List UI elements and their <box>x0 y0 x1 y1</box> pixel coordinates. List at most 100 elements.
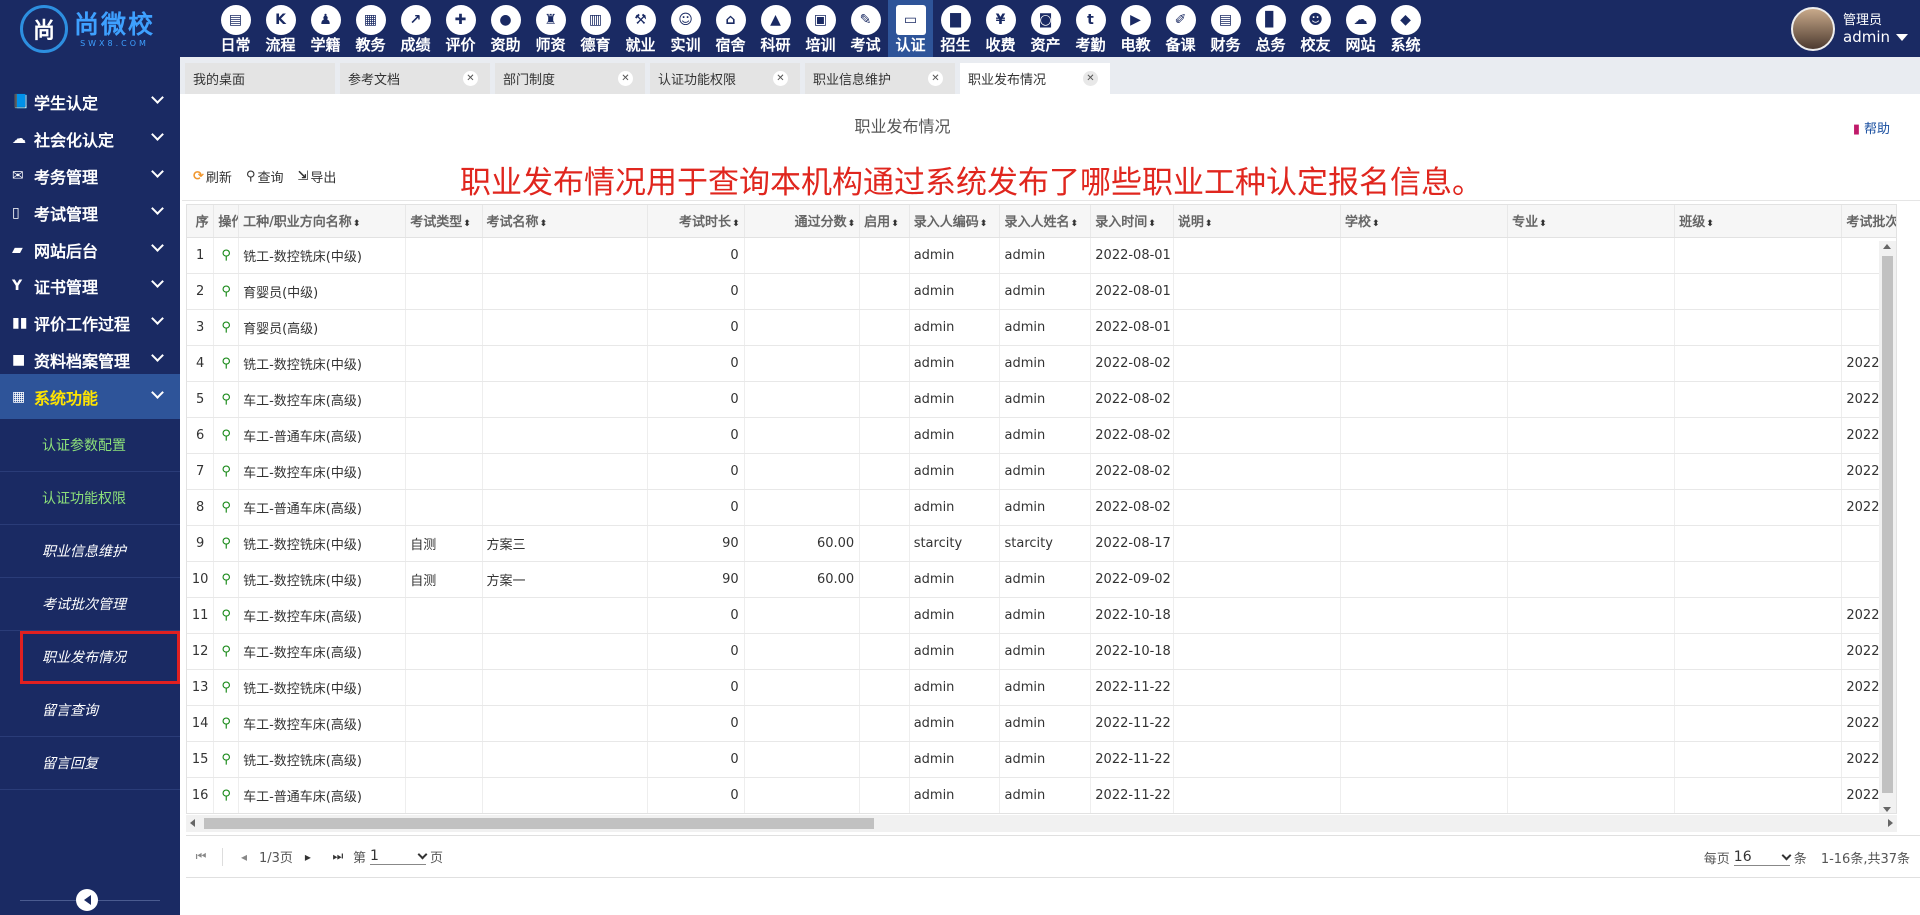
module-book[interactable]: ▥ 德育 <box>573 0 618 57</box>
last-page-icon[interactable]: ⏭ <box>323 849 353 864</box>
sort-icon[interactable]: ⬍ <box>1071 219 1079 229</box>
view-search-icon[interactable]: ⚲ <box>221 392 231 407</box>
sidebar-sub-item[interactable]: 考试批次管理 <box>0 578 180 631</box>
sidebar-group[interactable]: ▦ 系统功能 <box>0 374 180 419</box>
table-row[interactable]: 8⚲车工-普通车床(高级)0adminadmin2022-08-02 12022… <box>187 489 1896 526</box>
table-row[interactable]: 4⚲铣工-数控铣床(中级)0adminadmin2022-08-02 02022… <box>187 345 1896 382</box>
sort-icon[interactable]: ⬍ <box>1706 219 1714 229</box>
view-search-icon[interactable]: ⚲ <box>221 428 231 443</box>
view-search-icon[interactable]: ⚲ <box>221 500 231 515</box>
module-newspaper[interactable]: ▤ 财务 <box>1203 0 1248 57</box>
close-icon[interactable]: ✕ <box>463 71 478 86</box>
scroll-right-icon[interactable] <box>1888 819 1893 827</box>
module-graduation[interactable]: ▲ 科研 <box>753 0 798 57</box>
page-select[interactable]: 1 <box>369 848 428 865</box>
query-button[interactable]: ⚲ 查询 <box>246 167 284 186</box>
close-icon[interactable]: ✕ <box>773 71 788 86</box>
vertical-scrollbar[interactable] <box>1879 241 1896 813</box>
sort-icon[interactable]: ⬍ <box>1372 219 1380 229</box>
table-row[interactable]: 5⚲车工-数控车床(高级)0adminadmin2022-08-02 02022… <box>187 381 1896 418</box>
column-header[interactable]: 通过分数⬍ <box>744 205 861 238</box>
tab[interactable]: 我的桌面 <box>185 63 335 94</box>
sidebar-sub-item[interactable]: 认证参数配置 <box>0 419 180 472</box>
view-search-icon[interactable]: ⚲ <box>221 680 231 695</box>
scroll-left-icon[interactable] <box>190 819 195 827</box>
table-row[interactable]: 1⚲铣工-数控铣床(中级)0adminadmin2022-08-01 0 <box>187 237 1896 274</box>
user-menu[interactable]: 管理员 admin <box>1791 7 1908 51</box>
module-wrench[interactable]: ✎ 考试 <box>843 0 888 57</box>
scrollbar-thumb[interactable] <box>1882 256 1893 793</box>
sort-icon[interactable]: ⬍ <box>732 219 740 229</box>
sort-icon[interactable]: ⬍ <box>353 219 361 229</box>
module-home[interactable]: ⌂ 宿舍 <box>708 0 753 57</box>
sidebar-sub-item[interactable]: 职业信息维护 <box>0 525 180 578</box>
module-gavel[interactable]: ⚒ 就业 <box>618 0 663 57</box>
table-row[interactable]: 13⚲铣工-数控铣床(中级)0adminadmin2022-11-22 1202… <box>187 669 1896 706</box>
sort-icon[interactable]: ⬍ <box>848 219 856 229</box>
table-row[interactable]: 9 ⚲ 铣工-数控铣床(中级) 自测 方案三 90 60.00 starcity starcit… <box>187 525 1896 562</box>
per-page-select[interactable]: 16 <box>1733 849 1792 866</box>
module-tumblr[interactable]: t 考勤 <box>1068 0 1113 57</box>
column-header[interactable]: 工种/职业方向名称⬍ <box>238 205 407 238</box>
scroll-down-icon[interactable] <box>1883 807 1891 812</box>
module-cube[interactable]: ◆ 系统 <box>1383 0 1428 57</box>
view-search-icon[interactable]: ⚲ <box>221 356 231 371</box>
module-cloud[interactable]: ☁ 网站 <box>1338 0 1383 57</box>
horizontal-scrollbar[interactable] <box>186 815 1897 832</box>
sidebar-sub-item[interactable]: 留言查询 <box>0 684 180 737</box>
column-header[interactable]: 班级⬍ <box>1674 205 1843 238</box>
module-teacher[interactable]: ♜ 师资 <box>528 0 573 57</box>
module-robot[interactable]: ☺ 实训 <box>663 0 708 57</box>
table-row[interactable]: 3⚲育婴员(高级)0adminadmin2022-08-01 0 <box>187 309 1896 346</box>
brand-logo[interactable]: 尚 尚微校 SWX8.COM <box>20 4 170 54</box>
close-icon[interactable]: ✕ <box>928 71 943 86</box>
view-search-icon[interactable]: ⚲ <box>221 752 231 767</box>
collapse-sidebar-button[interactable] <box>76 889 98 911</box>
column-header[interactable]: 录入时间⬍ <box>1090 205 1174 238</box>
column-header[interactable]: 考试批次⬍ <box>1841 205 1896 238</box>
view-search-icon[interactable]: ⚲ <box>221 464 231 479</box>
module-user[interactable]: ● 资助 <box>483 0 528 57</box>
table-row[interactable]: 10 ⚲ 铣工-数控铣床(中级) 自测 方案一 90 60.00 admin admin 2022… <box>187 561 1896 598</box>
table-row[interactable]: 12⚲车工-数控车床(高级)0adminadmin2022-10-18 1202… <box>187 633 1896 670</box>
view-search-icon[interactable]: ⚲ <box>221 644 231 659</box>
column-header[interactable]: 学校⬍ <box>1340 205 1509 238</box>
column-header[interactable]: 录入人编码⬍ <box>909 205 1001 238</box>
scroll-up-icon[interactable] <box>1883 244 1891 249</box>
sidebar-sub-item[interactable]: 留言回复 <box>0 737 180 790</box>
prev-page-icon[interactable]: ◂ <box>229 850 259 864</box>
sort-icon[interactable]: ⬍ <box>980 219 988 229</box>
module-document[interactable]: ▤ 日常 <box>213 0 258 57</box>
help-link[interactable]: ▮ 帮助 <box>1853 118 1890 137</box>
module-group[interactable]: ☻ 校友 <box>1293 0 1338 57</box>
tab[interactable]: 部门制度 ✕ <box>495 63 645 94</box>
refresh-button[interactable]: ⟳ 刷新 <box>193 167 232 186</box>
first-page-icon[interactable]: ⏮ <box>186 849 216 864</box>
view-search-icon[interactable]: ⚲ <box>221 788 231 803</box>
table-row[interactable]: 16⚲车工-普通车床(高级)0adminadmin2022-11-22 1202… <box>187 777 1896 813</box>
module-flow[interactable]: K 流程 <box>258 0 303 57</box>
close-icon[interactable]: ✕ <box>1083 71 1098 86</box>
tab[interactable]: 职业信息维护 ✕ <box>805 63 955 94</box>
tab[interactable]: 参考文档 ✕ <box>340 63 490 94</box>
module-yen[interactable]: ¥ 收费 <box>978 0 1023 57</box>
view-search-icon[interactable]: ⚲ <box>221 608 231 623</box>
module-image[interactable]: ▣ 培训 <box>798 0 843 57</box>
column-header[interactable]: 录入人姓名⬍ <box>999 205 1092 238</box>
module-bar-chart[interactable]: ▊ 总务 <box>1248 0 1293 57</box>
module-calendar-plus[interactable]: ✚ 评价 <box>438 0 483 57</box>
column-header[interactable]: 考试名称⬍ <box>482 205 648 238</box>
module-chart[interactable]: ↗ 成绩 <box>393 0 438 57</box>
sidebar-sub-item[interactable]: 职业发布情况 <box>20 631 180 684</box>
module-calendar[interactable]: ▦ 教务 <box>348 0 393 57</box>
close-icon[interactable]: ✕ <box>618 71 633 86</box>
table-row[interactable]: 15⚲铣工-数控铣床(高级)0adminadmin2022-11-22 1202… <box>187 741 1896 778</box>
sort-icon[interactable]: ⬍ <box>1539 219 1547 229</box>
table-row[interactable]: 7⚲车工-数控车床(中级)0adminadmin2022-08-02 02022… <box>187 453 1896 490</box>
module-monitor[interactable]: ▭ 认证 <box>888 0 933 57</box>
view-search-icon[interactable]: ⚲ <box>221 320 231 335</box>
module-bus[interactable]: ▇ 招生 <box>933 0 978 57</box>
table-row[interactable]: 2⚲育婴员(中级)0adminadmin2022-08-01 0 <box>187 273 1896 310</box>
avatar[interactable] <box>1791 7 1835 51</box>
sort-icon[interactable]: ⬍ <box>1205 219 1213 229</box>
